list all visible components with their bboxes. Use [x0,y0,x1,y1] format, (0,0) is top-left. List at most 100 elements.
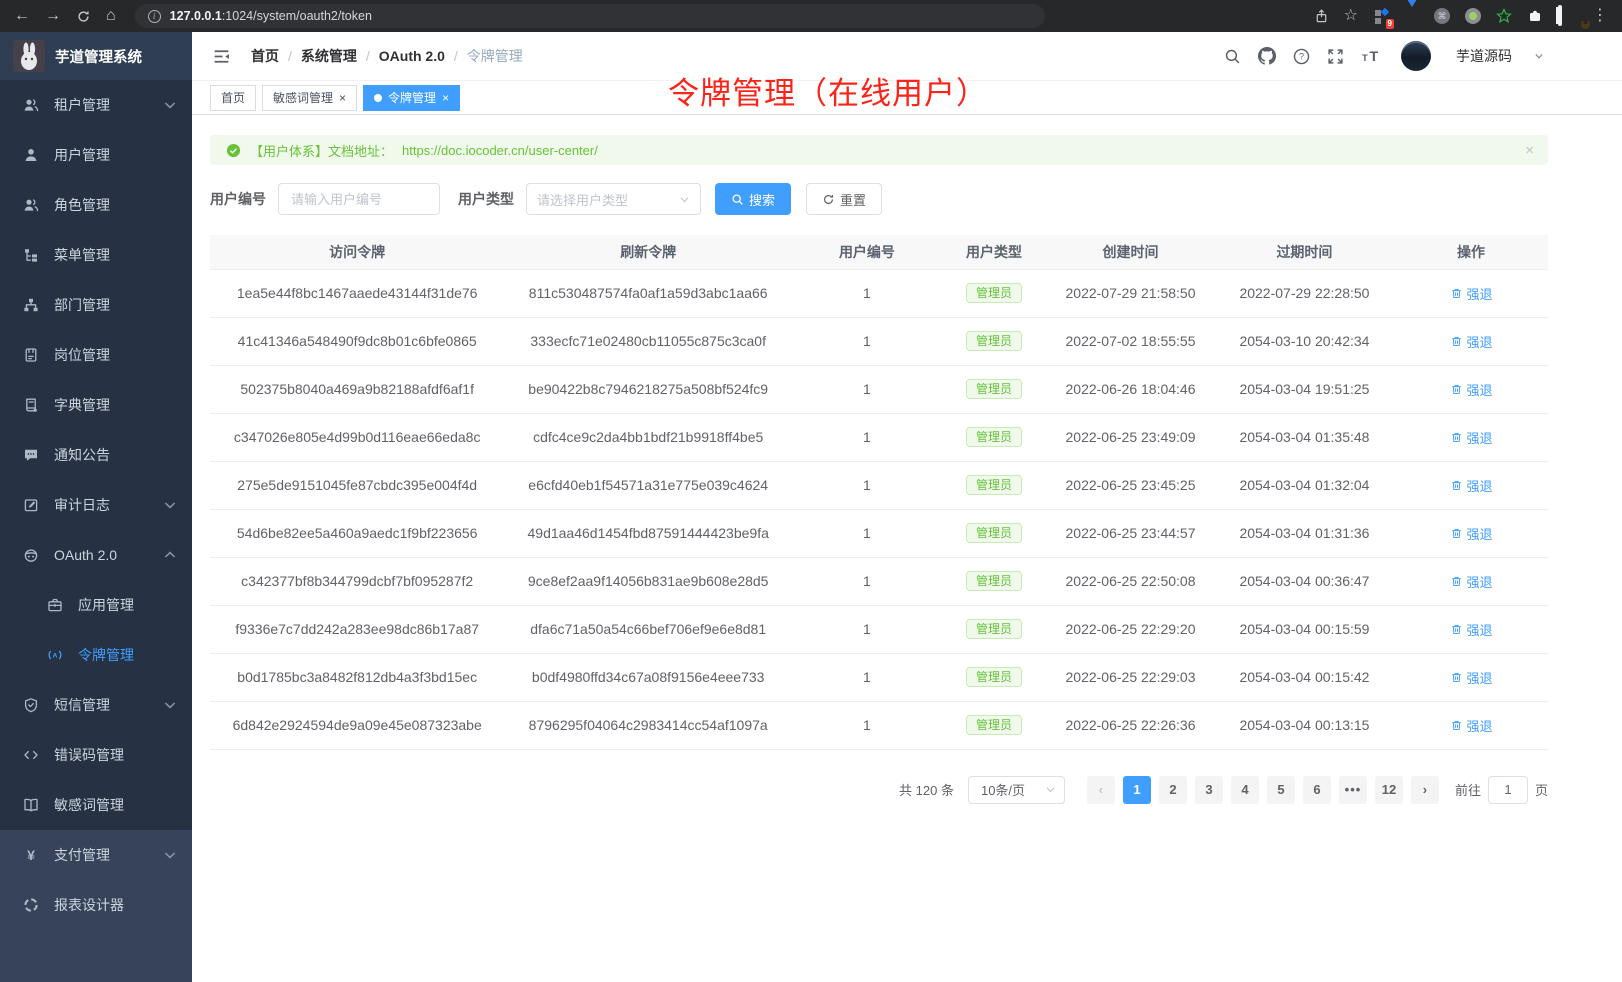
help-icon[interactable]: ? [1293,48,1310,65]
breadcrumb-item[interactable]: 首页 [251,46,279,66]
sidebar-item[interactable]: 用户管理 [0,130,192,180]
github-icon[interactable] [1258,47,1276,65]
user-name[interactable]: 芋道源码 [1456,46,1512,66]
user-type-placeholder: 请选择用户类型 [537,190,628,209]
cell-access-token: 502375b8040a469a9b82188afdf6af1f [210,365,504,413]
page-button[interactable]: 2 [1159,776,1187,804]
sidebar-item[interactable]: 岗位管理 [0,330,192,380]
sidebar-item[interactable]: 租户管理 [0,80,192,130]
side-panel-icon[interactable] [1558,7,1562,25]
avatar[interactable] [1401,41,1431,71]
sidebar-item[interactable]: 审计日志 [0,480,192,530]
cell-access-token: 275e5de9151045fe87cbdc395e004f4d [210,461,504,509]
force-logout-button[interactable]: 强退 [1450,572,1493,591]
page-button[interactable]: 5 [1267,776,1295,804]
search-icon[interactable] [1224,48,1241,65]
user-id-input[interactable] [278,183,440,215]
briefcase-icon [46,597,64,613]
force-logout-button[interactable]: 强退 [1450,716,1493,735]
extension-grid-icon[interactable]: 9 [1373,8,1390,25]
sidebar-item[interactable]: 应用管理 [0,580,192,630]
page-button[interactable]: 3 [1195,776,1223,804]
book-icon [22,797,40,813]
puzzle-extension-icon[interactable] [1527,8,1543,24]
bookmark-star-button[interactable]: ☆ [1344,8,1358,24]
sidebar-item[interactable]: 短信管理 [0,680,192,730]
user-type-tag: 管理员 [966,427,1022,447]
force-logout-button[interactable]: 强退 [1450,524,1493,543]
table-row: c347026e805e4d99b0d116eae66eda8ccdfc4ce9… [210,413,1548,461]
force-logout-button[interactable]: 强退 [1450,332,1493,351]
page-button[interactable]: 6 [1303,776,1331,804]
url-bar[interactable]: i 127.0.0.1:1024/system/oauth2/token [135,4,1045,28]
chat-icon [22,447,40,463]
page-size-select[interactable]: 10条/页 [968,776,1065,804]
tab[interactable]: 首页 [210,85,256,111]
sidebar-item-label: 菜单管理 [54,245,110,265]
refresh-icon [22,897,40,913]
star-extension-icon[interactable] [1496,8,1512,24]
force-logout-button[interactable]: 强退 [1450,668,1493,687]
force-logout-button[interactable]: 强退 [1450,620,1493,639]
cell-refresh-token: e6cfd40eb1f54571a31e775e039c4624 [504,461,792,509]
breadcrumb-item[interactable]: OAuth 2.0 [379,48,445,64]
breadcrumb-item: 令牌管理 [467,46,523,66]
sidebar-item[interactable]: ¥支付管理 [0,830,192,880]
sidebar-item[interactable]: OAuth 2.0 [0,530,192,580]
tab[interactable]: 令牌管理× [363,85,460,111]
sidebar-item[interactable]: 敏感词管理 [0,780,192,830]
gray-extension-icon[interactable]: ⌘ [1434,8,1450,24]
sidebar-item[interactable]: 通知公告 [0,430,192,480]
sidebar-item[interactable]: 菜单管理 [0,230,192,280]
force-logout-button[interactable]: 强退 [1450,476,1493,495]
sidebar-item[interactable]: 错误码管理 [0,730,192,780]
breadcrumb-item[interactable]: 系统管理 [301,46,357,66]
table-row: 54d6be82ee5a460a9aedc1f9bf22365649d1aa46… [210,509,1548,557]
cell-expire-time: 2054-03-04 00:13:15 [1215,701,1394,749]
user-type-tag: 管理员 [966,283,1022,303]
next-page-button[interactable]: › [1411,776,1439,804]
more-pages-button[interactable]: ••• [1339,776,1367,804]
sidebar-item[interactable]: 字典管理 [0,380,192,430]
font-size-icon[interactable]: TT [1361,48,1380,65]
sidebar-item[interactable]: A令牌管理 [0,630,192,680]
chrome-menu-button[interactable]: ⋮ [1592,8,1608,24]
logo-image [13,40,45,72]
goto-page-input[interactable] [1488,776,1528,804]
user-type-select[interactable]: 请选择用户类型 [526,183,701,215]
green-dot-extension-icon[interactable] [1465,8,1481,24]
collapse-sidebar-icon[interactable] [212,47,231,66]
user-type-tag: 管理员 [966,667,1022,687]
share-button[interactable] [1314,9,1329,24]
caret-down-icon[interactable] [1534,51,1544,61]
reset-button[interactable]: 重置 [806,183,882,215]
app-logo[interactable]: 芋道管理系统 [0,32,192,80]
force-logout-button[interactable]: 强退 [1450,380,1493,399]
back-button[interactable]: ← [14,8,30,24]
sidebar-item-label: 错误码管理 [54,745,124,765]
chevron-up-icon [162,547,178,563]
force-logout-button[interactable]: 强退 [1450,284,1493,303]
home-button[interactable]: ⌂ [106,8,116,24]
page-button[interactable]: 12 [1375,776,1403,804]
forward-button[interactable]: → [45,8,61,24]
tab[interactable]: 敏感词管理 × [262,85,357,111]
reload-button[interactable] [76,9,91,24]
sidebar-item[interactable]: 角色管理 [0,180,192,230]
gem-extension-icon[interactable] [1405,7,1419,25]
doc-link[interactable]: https://doc.iocoder.cn/user-center/ [402,143,598,158]
close-icon[interactable]: × [339,92,346,104]
sidebar-item[interactable]: 部门管理 [0,280,192,330]
page-button[interactable]: 4 [1231,776,1259,804]
force-logout-button[interactable]: 强退 [1450,428,1493,447]
page-info-icon[interactable]: i [148,10,161,23]
sidebar-item[interactable]: 报表设计器 [0,880,192,930]
alert-close-icon[interactable]: × [1525,142,1534,159]
fullscreen-icon[interactable] [1327,48,1344,65]
search-button[interactable]: 搜索 [715,183,791,215]
prev-page-button[interactable]: ‹ [1087,776,1115,804]
tab-label: 敏感词管理 [273,89,333,106]
cell-access-token: c347026e805e4d99b0d116eae66eda8c [210,413,504,461]
page-button[interactable]: 1 [1123,776,1151,804]
close-icon[interactable]: × [442,92,449,104]
